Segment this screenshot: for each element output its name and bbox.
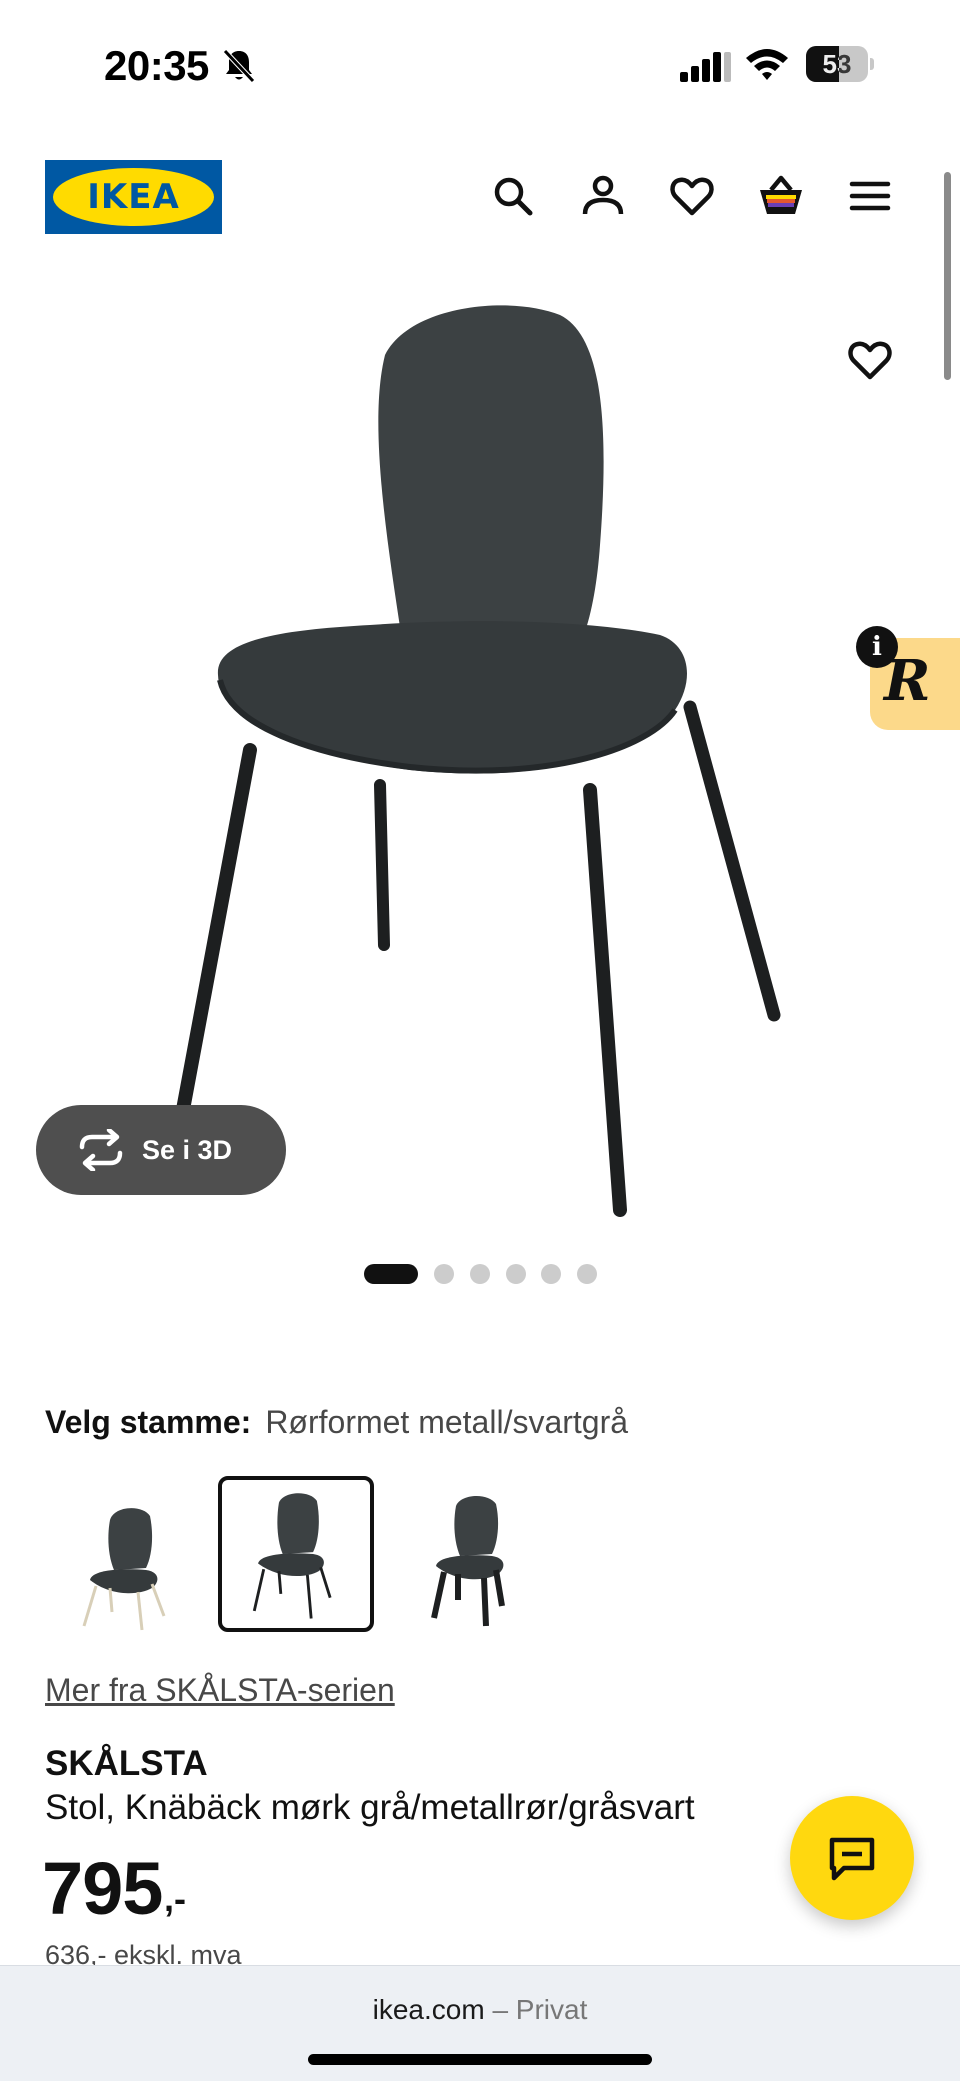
series-link[interactable]: Mer fra SKÅLSTA-serien [45,1672,395,1709]
variant-swatch-black-wood-legs[interactable] [392,1476,548,1632]
url-domain: ikea.com [372,1994,485,2025]
variant-selected-value: Rørformet metall/svartgrå [265,1404,629,1440]
carousel-dot[interactable] [364,1264,418,1284]
product-image-chair[interactable] [170,285,790,1220]
ikea-logo[interactable]: IKEA [45,160,222,234]
bell-muted-icon [223,49,255,83]
product-description: Stol, Knäbäck mørk grå/metallrør/gråsvar… [45,1788,695,1827]
logo-text: IKEA [87,177,180,217]
price-suffix: ,- [164,1878,186,1919]
carousel-dot[interactable] [541,1264,561,1284]
browsing-mode: Privat [515,1994,588,2025]
wifi-icon [746,49,788,80]
product-name: SKÅLSTA [45,1744,208,1783]
menu-icon[interactable] [846,172,894,220]
signal-icon [680,52,731,82]
image-carousel-dots [0,1264,960,1284]
add-to-favourites-heart-icon[interactable] [846,336,894,384]
browser-address-bar: ikea.com – Privat [0,1965,960,2081]
status-bar: 20:35 53 [0,0,960,130]
battery-indicator: 53 [806,46,874,82]
variant-swatch-black-metal-legs[interactable] [218,1476,374,1632]
variant-label-title: Velg stamme: [45,1404,252,1440]
carousel-dot[interactable] [434,1264,454,1284]
product-price: 795 [42,1847,163,1930]
home-indicator[interactable] [308,2054,652,2065]
search-icon[interactable] [489,172,537,220]
view-in-3d-label: Se i 3D [142,1135,233,1165]
carousel-dot[interactable] [577,1264,597,1284]
variant-swatch-light-metal-legs[interactable] [50,1476,206,1632]
rotate-3d-icon [79,1129,123,1171]
profile-icon[interactable] [579,172,627,220]
battery-level-text: 53 [822,49,852,79]
url-separator: – [492,1994,509,2025]
chat-button[interactable] [790,1796,914,1920]
heart-icon[interactable] [668,172,716,220]
info-icon[interactable]: i [856,626,898,668]
chat-bubble-icon [829,1837,875,1881]
view-in-3d-button[interactable]: Se i 3D [36,1105,286,1195]
url-display[interactable]: ikea.com – Privat [0,1994,960,2026]
carousel-dot[interactable] [470,1264,490,1284]
basket-icon[interactable] [757,172,805,220]
carousel-dot[interactable] [506,1264,526,1284]
status-time: 20:35 [104,42,209,89]
variant-selector-label: Velg stamme: Rørformet metall/svartgrå [45,1404,628,1441]
scrollbar-thumb[interactable] [944,172,951,380]
